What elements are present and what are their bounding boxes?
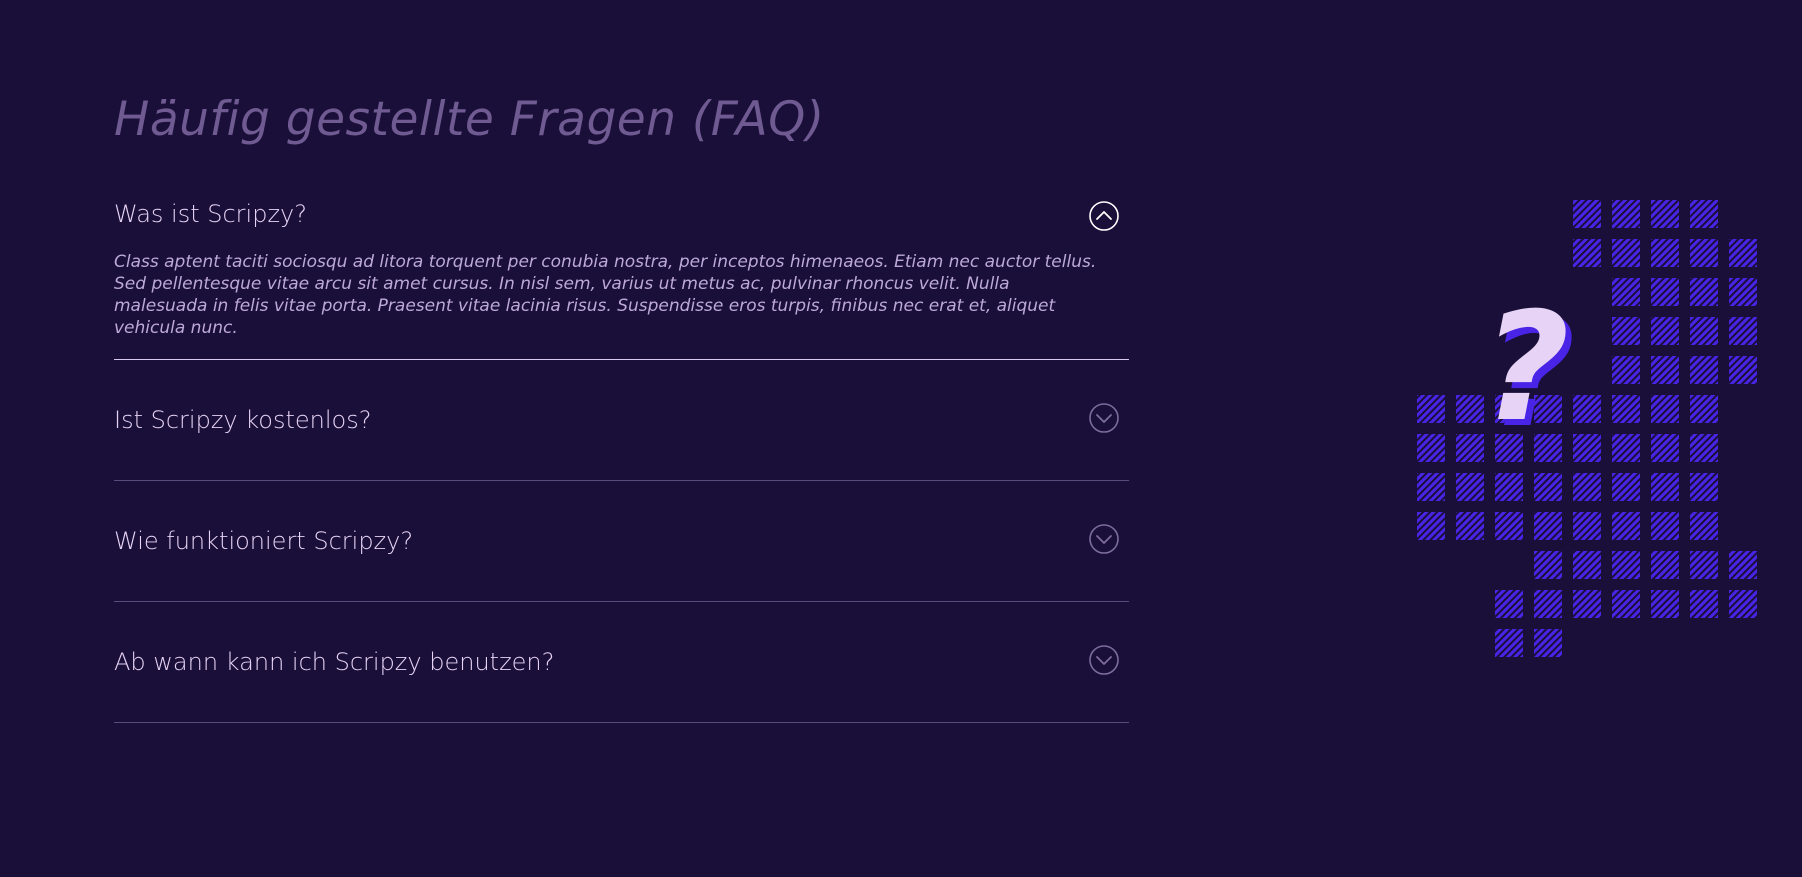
hatched-tile (1573, 551, 1601, 579)
hatched-tile (1612, 395, 1640, 423)
hatched-tile (1573, 200, 1601, 228)
chevron-up-circle-icon (1089, 201, 1119, 231)
hatched-tile (1417, 512, 1445, 540)
hatched-tile (1456, 395, 1484, 423)
hatched-tile (1612, 551, 1640, 579)
hatched-tile (1729, 590, 1757, 618)
hatched-tile (1417, 473, 1445, 501)
hatched-tile (1612, 200, 1640, 228)
hatched-tile (1456, 512, 1484, 540)
hatched-tile (1690, 356, 1718, 384)
hatched-tile (1417, 395, 1445, 423)
faq-item-ist-scripzy-kostenlos[interactable]: Ist Scripzy kostenlos? (114, 360, 1129, 481)
svg-text:?: ? (1482, 281, 1569, 455)
question-mark-illustration: ? ? (1400, 190, 1780, 680)
hatched-tile (1573, 512, 1601, 540)
hatched-tile (1612, 356, 1640, 384)
faq-item-wie-funktioniert-scripzy[interactable]: Wie funktioniert Scripzy? (114, 481, 1129, 602)
hatched-tile (1651, 200, 1679, 228)
hatched-tile (1495, 473, 1523, 501)
hatched-tile (1534, 512, 1562, 540)
faq-list: Was ist Scripzy? Class aptent taciti soc… (114, 186, 1129, 723)
expand-button[interactable] (1089, 403, 1119, 433)
hatched-tile (1651, 356, 1679, 384)
hatched-tile (1690, 512, 1718, 540)
hatched-tile (1612, 473, 1640, 501)
hatched-tile (1729, 239, 1757, 267)
hatched-tile (1729, 317, 1757, 345)
hatched-tile (1456, 473, 1484, 501)
hatched-tile (1651, 551, 1679, 579)
hatched-tile (1651, 278, 1679, 306)
hatched-tile (1573, 473, 1601, 501)
hatched-tile (1495, 629, 1523, 657)
collapse-button[interactable] (1089, 201, 1119, 231)
hatched-tile (1651, 512, 1679, 540)
hatched-tile (1690, 434, 1718, 462)
faq-question[interactable]: Wie funktioniert Scripzy? (114, 527, 413, 555)
hatched-tile (1534, 629, 1562, 657)
hatched-tile (1573, 395, 1601, 423)
chevron-down-circle-icon (1089, 524, 1119, 554)
hatched-tile (1690, 239, 1718, 267)
hatched-tile (1495, 590, 1523, 618)
hatched-tile (1573, 590, 1601, 618)
chevron-down-circle-icon (1089, 403, 1119, 433)
hatched-tile (1534, 473, 1562, 501)
hatched-tile (1729, 551, 1757, 579)
hatched-tile (1612, 512, 1640, 540)
hatched-tile (1573, 239, 1601, 267)
hatched-tile (1573, 434, 1601, 462)
expand-button[interactable] (1089, 524, 1119, 554)
hatched-tile-grid (1417, 200, 1757, 657)
faq-question[interactable]: Ab wann kann ich Scripzy benutzen? (114, 648, 554, 676)
hatched-tile (1690, 317, 1718, 345)
hatched-tile (1651, 590, 1679, 618)
hatched-tile (1651, 395, 1679, 423)
hatched-tile (1651, 317, 1679, 345)
faq-item-was-ist-scripzy[interactable]: Was ist Scripzy? Class aptent taciti soc… (114, 186, 1129, 360)
hatched-tile (1612, 434, 1640, 462)
faq-question[interactable]: Ist Scripzy kostenlos? (114, 406, 371, 434)
hatched-tile (1690, 278, 1718, 306)
hatched-tile (1495, 512, 1523, 540)
hatched-tile (1729, 278, 1757, 306)
hatched-tile (1690, 395, 1718, 423)
page-title: Häufig gestellte Fragen (FAQ) (114, 92, 825, 147)
hatched-tile (1456, 434, 1484, 462)
hatched-tile (1690, 551, 1718, 579)
hatched-tile (1612, 239, 1640, 267)
faq-item-ab-wann[interactable]: Ab wann kann ich Scripzy benutzen? (114, 602, 1129, 723)
hatched-tile (1534, 551, 1562, 579)
hatched-tile (1612, 590, 1640, 618)
hatched-tile (1417, 434, 1445, 462)
hatched-tile (1612, 317, 1640, 345)
hatched-tile (1651, 434, 1679, 462)
hatched-tile (1651, 239, 1679, 267)
faq-answer: Class aptent taciti sociosqu ad litora t… (114, 252, 1097, 338)
hatched-tile (1612, 278, 1640, 306)
hatched-tile (1534, 590, 1562, 618)
question-mark-illustration-graphic: ? ? (1417, 200, 1757, 657)
expand-button[interactable] (1089, 645, 1119, 675)
hatched-tile (1690, 590, 1718, 618)
faq-question[interactable]: Was ist Scripzy? (114, 200, 307, 228)
hatched-tile (1690, 200, 1718, 228)
hatched-tile (1729, 356, 1757, 384)
chevron-down-circle-icon (1089, 645, 1119, 675)
hatched-tile (1651, 473, 1679, 501)
question-mark-icon: ? ? (1482, 281, 1575, 461)
hatched-tile (1690, 473, 1718, 501)
